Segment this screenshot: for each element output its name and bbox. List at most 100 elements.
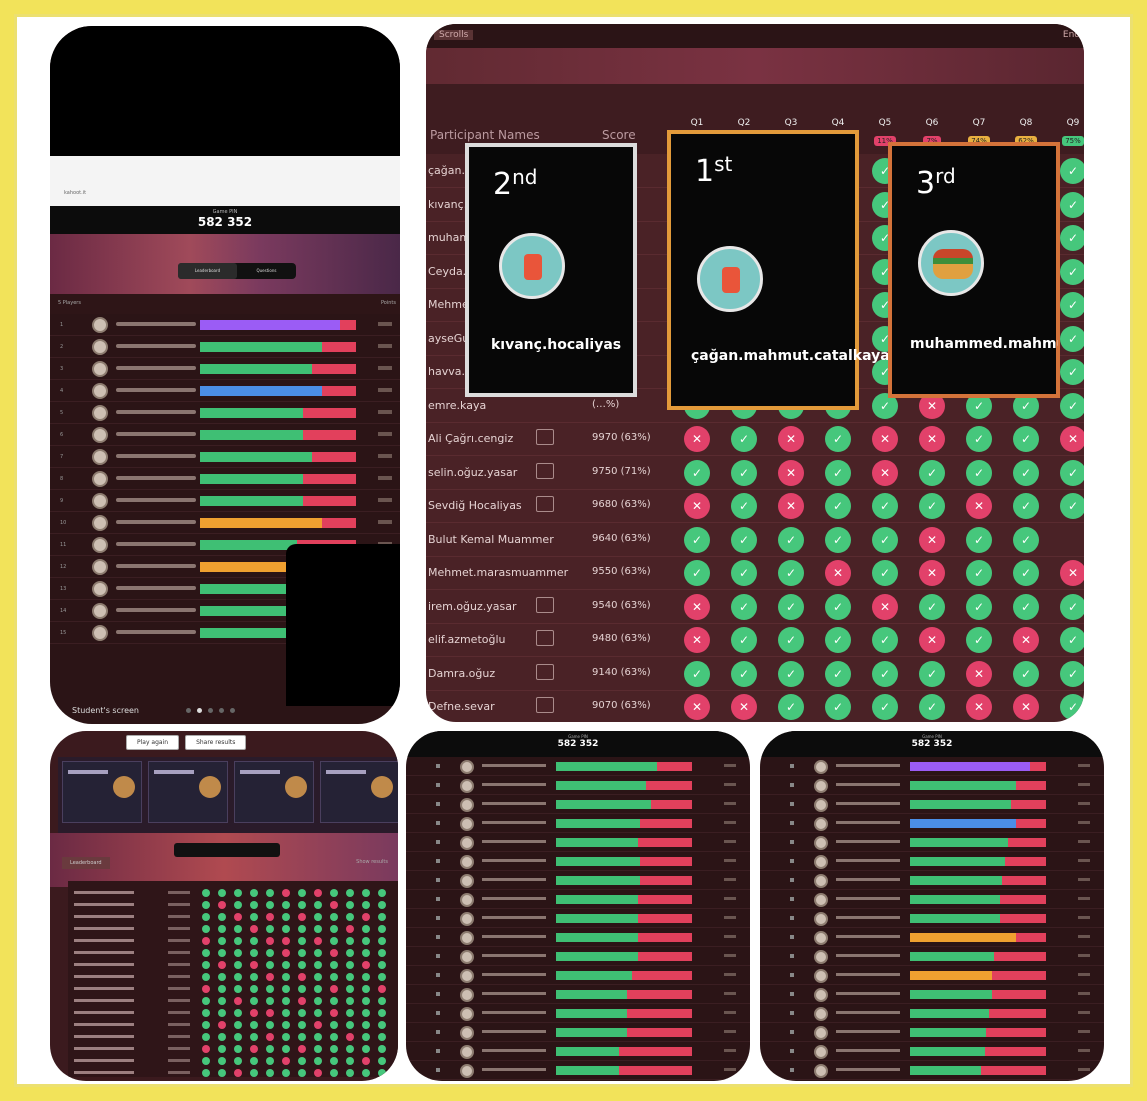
tab-questions[interactable]: Questions	[237, 263, 296, 279]
correct-icon[interactable]: ✓	[1060, 325, 1084, 352]
correct-icon[interactable]: ✓	[1060, 660, 1084, 687]
participant-row[interactable]: irem.oğuz.yasar 9540 (63%) ✕ ✓ ✓ ✓ ✕ ✓ ✓ ✓ ✓	[426, 590, 1084, 624]
list-item[interactable]	[406, 776, 750, 795]
table-row[interactable]	[68, 923, 398, 935]
list-item[interactable]	[406, 871, 750, 890]
incorrect-icon[interactable]: ✕	[1060, 560, 1084, 586]
list-item[interactable]	[760, 833, 1104, 852]
correct-icon[interactable]: ✓	[731, 526, 757, 553]
list-item[interactable]	[406, 814, 750, 833]
list-item[interactable]: 4	[50, 380, 400, 402]
participant-row[interactable]: Defne.sevar 9070 (63%) ✕ ✕ ✓ ✓ ✓ ✓ ✕ ✕ ✓	[426, 690, 1084, 722]
list-item[interactable]	[406, 795, 750, 814]
list-item[interactable]	[406, 852, 750, 871]
correct-icon[interactable]: ✓	[966, 526, 992, 553]
incorrect-icon[interactable]: ✕	[684, 694, 710, 720]
list-item[interactable]: 7	[50, 446, 400, 468]
report-icon[interactable]	[536, 596, 554, 613]
incorrect-icon[interactable]: ✕	[778, 459, 804, 486]
list-item[interactable]	[760, 1023, 1104, 1042]
list-item[interactable]	[760, 966, 1104, 985]
correct-icon[interactable]: ✓	[919, 593, 945, 620]
correct-icon[interactable]: ✓	[731, 593, 757, 620]
list-item[interactable]: 9	[50, 490, 400, 512]
correct-icon[interactable]: ✓	[825, 593, 851, 620]
correct-icon[interactable]: ✓	[966, 593, 992, 620]
correct-icon[interactable]: ✓	[778, 694, 804, 720]
correct-icon[interactable]: ✓	[919, 694, 945, 720]
list-item[interactable]: 1	[50, 314, 400, 336]
list-item[interactable]	[406, 909, 750, 928]
correct-icon[interactable]: ✓	[872, 493, 898, 519]
end-button[interactable]: End	[1063, 30, 1080, 40]
correct-icon[interactable]: ✓	[872, 694, 898, 720]
list-item[interactable]	[760, 795, 1104, 814]
participant-row[interactable]: Bulut Kemal Muammer 9640 (63%) ✓ ✓ ✓ ✓ ✓ ✕ ✓ ✓	[426, 523, 1084, 557]
correct-icon[interactable]: ✓	[778, 593, 804, 620]
list-item[interactable]	[406, 890, 750, 909]
participant-row[interactable]: Sevdiğ Hocaliyas 9680 (63%) ✕ ✓ ✕ ✓ ✓ ✓ ✕ ✓ ✓	[426, 489, 1084, 523]
participant-row[interactable]: Damra.oğuz 9140 (63%) ✓ ✓ ✓ ✓ ✓ ✓ ✕ ✓ ✓	[426, 657, 1084, 691]
question-card[interactable]	[234, 761, 314, 823]
list-item[interactable]	[406, 757, 750, 776]
scrolls-button[interactable]: Scrolls	[434, 30, 474, 40]
carousel-dots[interactable]	[186, 698, 241, 717]
incorrect-icon[interactable]: ✕	[919, 526, 945, 553]
list-item[interactable]	[760, 871, 1104, 890]
play-again-button[interactable]: Play again	[126, 735, 180, 750]
report-icon[interactable]	[536, 429, 554, 445]
list-item[interactable]: 10	[50, 512, 400, 534]
incorrect-icon[interactable]: ✕	[872, 593, 898, 620]
list-item[interactable]	[406, 966, 750, 985]
list-item[interactable]	[406, 1061, 750, 1080]
list-item[interactable]	[760, 1042, 1104, 1061]
correct-icon[interactable]: ✓	[684, 459, 710, 486]
table-row[interactable]	[68, 959, 398, 971]
correct-icon[interactable]: ✓	[1060, 459, 1084, 486]
incorrect-icon[interactable]: ✕	[919, 560, 945, 586]
correct-icon[interactable]: ✓	[825, 426, 851, 452]
table-row[interactable]	[68, 1043, 398, 1055]
question-card[interactable]	[148, 761, 228, 823]
url-text[interactable]: kahoot.it	[64, 190, 86, 196]
participant-row[interactable]: Ali Çağrı.cengiz 9970 (63%) ✕ ✓ ✕ ✓ ✕ ✕ ✓ ✓ ✕	[426, 422, 1084, 456]
list-item[interactable]: 5	[50, 402, 400, 424]
list-item[interactable]	[760, 776, 1104, 795]
share-results-button[interactable]: Share results	[185, 735, 247, 750]
correct-icon[interactable]: ✓	[825, 526, 851, 553]
table-row[interactable]	[68, 887, 398, 899]
incorrect-icon[interactable]: ✕	[731, 694, 757, 720]
list-item[interactable]	[406, 833, 750, 852]
correct-icon[interactable]: ✓	[684, 660, 710, 687]
correct-icon[interactable]: ✓	[825, 459, 851, 486]
view-tabs[interactable]	[174, 843, 280, 857]
list-item[interactable]	[406, 947, 750, 966]
list-item[interactable]	[406, 985, 750, 1004]
report-icon[interactable]	[536, 697, 554, 713]
table-row[interactable]	[68, 971, 398, 983]
table-row[interactable]	[68, 947, 398, 959]
list-item[interactable]	[760, 852, 1104, 871]
table-row[interactable]	[68, 1031, 398, 1043]
tab-leaderboard[interactable]: Leaderboard	[178, 263, 237, 279]
correct-icon[interactable]: ✓	[731, 459, 757, 486]
correct-icon[interactable]: ✓	[1013, 593, 1039, 620]
table-row[interactable]	[68, 995, 398, 1007]
correct-icon[interactable]: ✓	[1060, 392, 1084, 419]
list-item[interactable]	[760, 890, 1104, 909]
incorrect-icon[interactable]: ✕	[872, 426, 898, 452]
correct-icon[interactable]: ✓	[1060, 493, 1084, 519]
table-row[interactable]	[68, 899, 398, 911]
correct-icon[interactable]: ✓	[966, 560, 992, 586]
list-item[interactable]: 3	[50, 358, 400, 380]
correct-icon[interactable]: ✓	[872, 526, 898, 553]
correct-icon[interactable]: ✓	[1060, 225, 1084, 251]
correct-icon[interactable]: ✓	[919, 493, 945, 519]
correct-icon[interactable]: ✓	[966, 426, 992, 452]
list-item[interactable]	[760, 757, 1104, 776]
table-row[interactable]	[68, 935, 398, 947]
participant-row[interactable]: selin.oğuz.yasar 9750 (71%) ✓ ✓ ✕ ✓ ✕ ✓ ✓ ✓ ✓	[426, 456, 1084, 490]
correct-icon[interactable]: ✓	[1013, 660, 1039, 687]
correct-icon[interactable]: ✓	[1060, 359, 1084, 385]
correct-icon[interactable]: ✓	[919, 459, 945, 486]
